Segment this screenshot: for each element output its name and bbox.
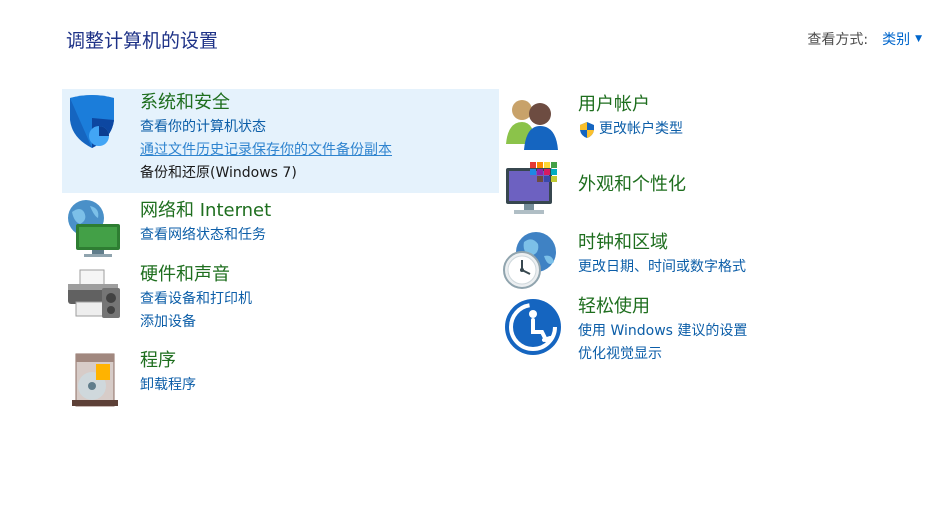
programs-disc-icon[interactable] — [62, 348, 124, 410]
category-title[interactable]: 用户帐户 — [578, 92, 683, 118]
link-optimize-visual-display[interactable]: 优化视觉显示 — [578, 343, 747, 366]
category-title[interactable]: 硬件和声音 — [140, 262, 252, 288]
link-change-date-time-format[interactable]: 更改日期、时间或数字格式 — [578, 256, 746, 279]
link-backup-restore[interactable]: 备份和还原(Windows 7) — [140, 162, 392, 185]
network-globe-icon[interactable] — [62, 198, 124, 260]
link-file-history-backup[interactable]: 通过文件历史记录保存你的文件备份副本 — [140, 139, 392, 162]
ease-of-access-icon[interactable] — [500, 294, 562, 356]
chevron-down-icon[interactable]: ▼ — [915, 34, 922, 44]
link-view-computer-status[interactable]: 查看你的计算机状态 — [140, 116, 392, 139]
view-by: 查看方式: 类别 ▼ — [807, 29, 922, 49]
view-by-label: 查看方式: — [807, 32, 869, 48]
category-title[interactable]: 时钟和区域 — [578, 230, 746, 256]
clock-globe-icon[interactable] — [500, 230, 562, 292]
shield-icon[interactable] — [62, 90, 124, 152]
printer-icon[interactable] — [62, 262, 124, 324]
link-change-account-type[interactable]: 更改帐户类型 — [578, 118, 683, 141]
uac-shield-icon — [578, 121, 596, 139]
link-network-status[interactable]: 查看网络状态和任务 — [140, 224, 271, 247]
page-title: 调整计算机的设置 — [66, 30, 219, 52]
link-add-device[interactable]: 添加设备 — [140, 311, 252, 334]
link-uninstall-program[interactable]: 卸载程序 — [140, 374, 196, 397]
link-devices-printers[interactable]: 查看设备和打印机 — [140, 288, 252, 311]
view-by-dropdown[interactable]: 类别 — [882, 29, 910, 49]
category-title[interactable]: 程序 — [140, 348, 196, 374]
monitor-palette-icon[interactable] — [500, 160, 562, 222]
link-change-account-type-label: 更改帐户类型 — [599, 121, 683, 137]
link-windows-recommended-settings[interactable]: 使用 Windows 建议的设置 — [578, 320, 747, 343]
category-title[interactable]: 网络和 Internet — [140, 198, 271, 224]
users-icon[interactable] — [500, 92, 562, 154]
category-title[interactable]: 外观和个性化 — [578, 172, 686, 198]
category-title[interactable]: 轻松使用 — [578, 294, 747, 320]
category-title[interactable]: 系统和安全 — [140, 90, 392, 116]
